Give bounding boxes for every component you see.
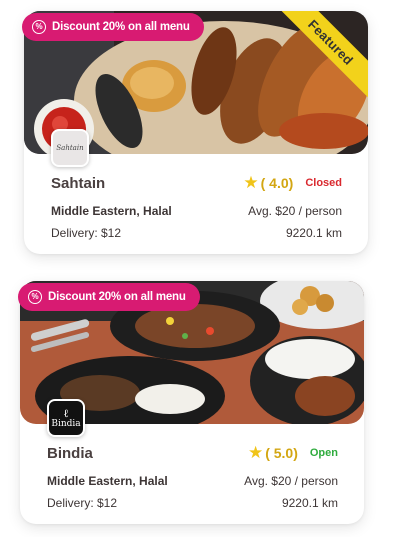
avg-price-text: Avg. $20 / person [248,204,342,218]
discount-badge: % Discount 20% on all menu [18,283,200,311]
percent-badge-icon: % [32,20,46,34]
discount-label: Discount 20% on all menu [48,291,186,303]
restaurant-card[interactable]: % Discount 20% on all menu ℓ Bindia Bind… [18,281,364,524]
restaurant-card[interactable]: % Discount 20% on all menu Featured Saht… [22,11,368,254]
featured-label: Featured [278,11,368,98]
star-icon: ★ [247,443,264,462]
status-badge: Closed [305,176,342,189]
discount-label: Discount 20% on all menu [52,21,190,33]
logo-text: Bindia [51,418,81,429]
distance-text: 9220.1 km [281,496,338,510]
restaurant-name[interactable]: Sahtain [51,175,105,192]
status-badge: Open [309,446,338,459]
restaurant-logo: ℓ Bindia [47,399,85,437]
cuisine-text: Middle Eastern, Halal [51,204,172,218]
rating-value: ( 5.0) [265,444,298,461]
cuisine-text: Middle Eastern, Halal [47,474,168,488]
delivery-fee-text: Delivery: $12 [47,496,118,510]
rating-group: ★ ( 5.0) Open [248,444,338,461]
percent-badge-icon: % [28,290,42,304]
star-icon: ★ [243,173,259,192]
restaurant-name[interactable]: Bindia [47,445,93,462]
logo-mark-icon: ℓ [63,406,69,420]
featured-ribbon: Featured [278,11,368,101]
avg-price-text: Avg. $20 / person [244,474,338,488]
restaurant-logo: Sahtain [51,129,89,167]
discount-badge: % Discount 20% on all menu [22,13,204,41]
rating-value: ( 4.0) [260,174,294,191]
rating-group: ★ ( 4.0) Closed [243,174,342,191]
delivery-fee-text: Delivery: $12 [51,226,122,240]
logo-text: Sahtain [56,144,84,152]
distance-text: 9220.1 km [285,226,342,240]
